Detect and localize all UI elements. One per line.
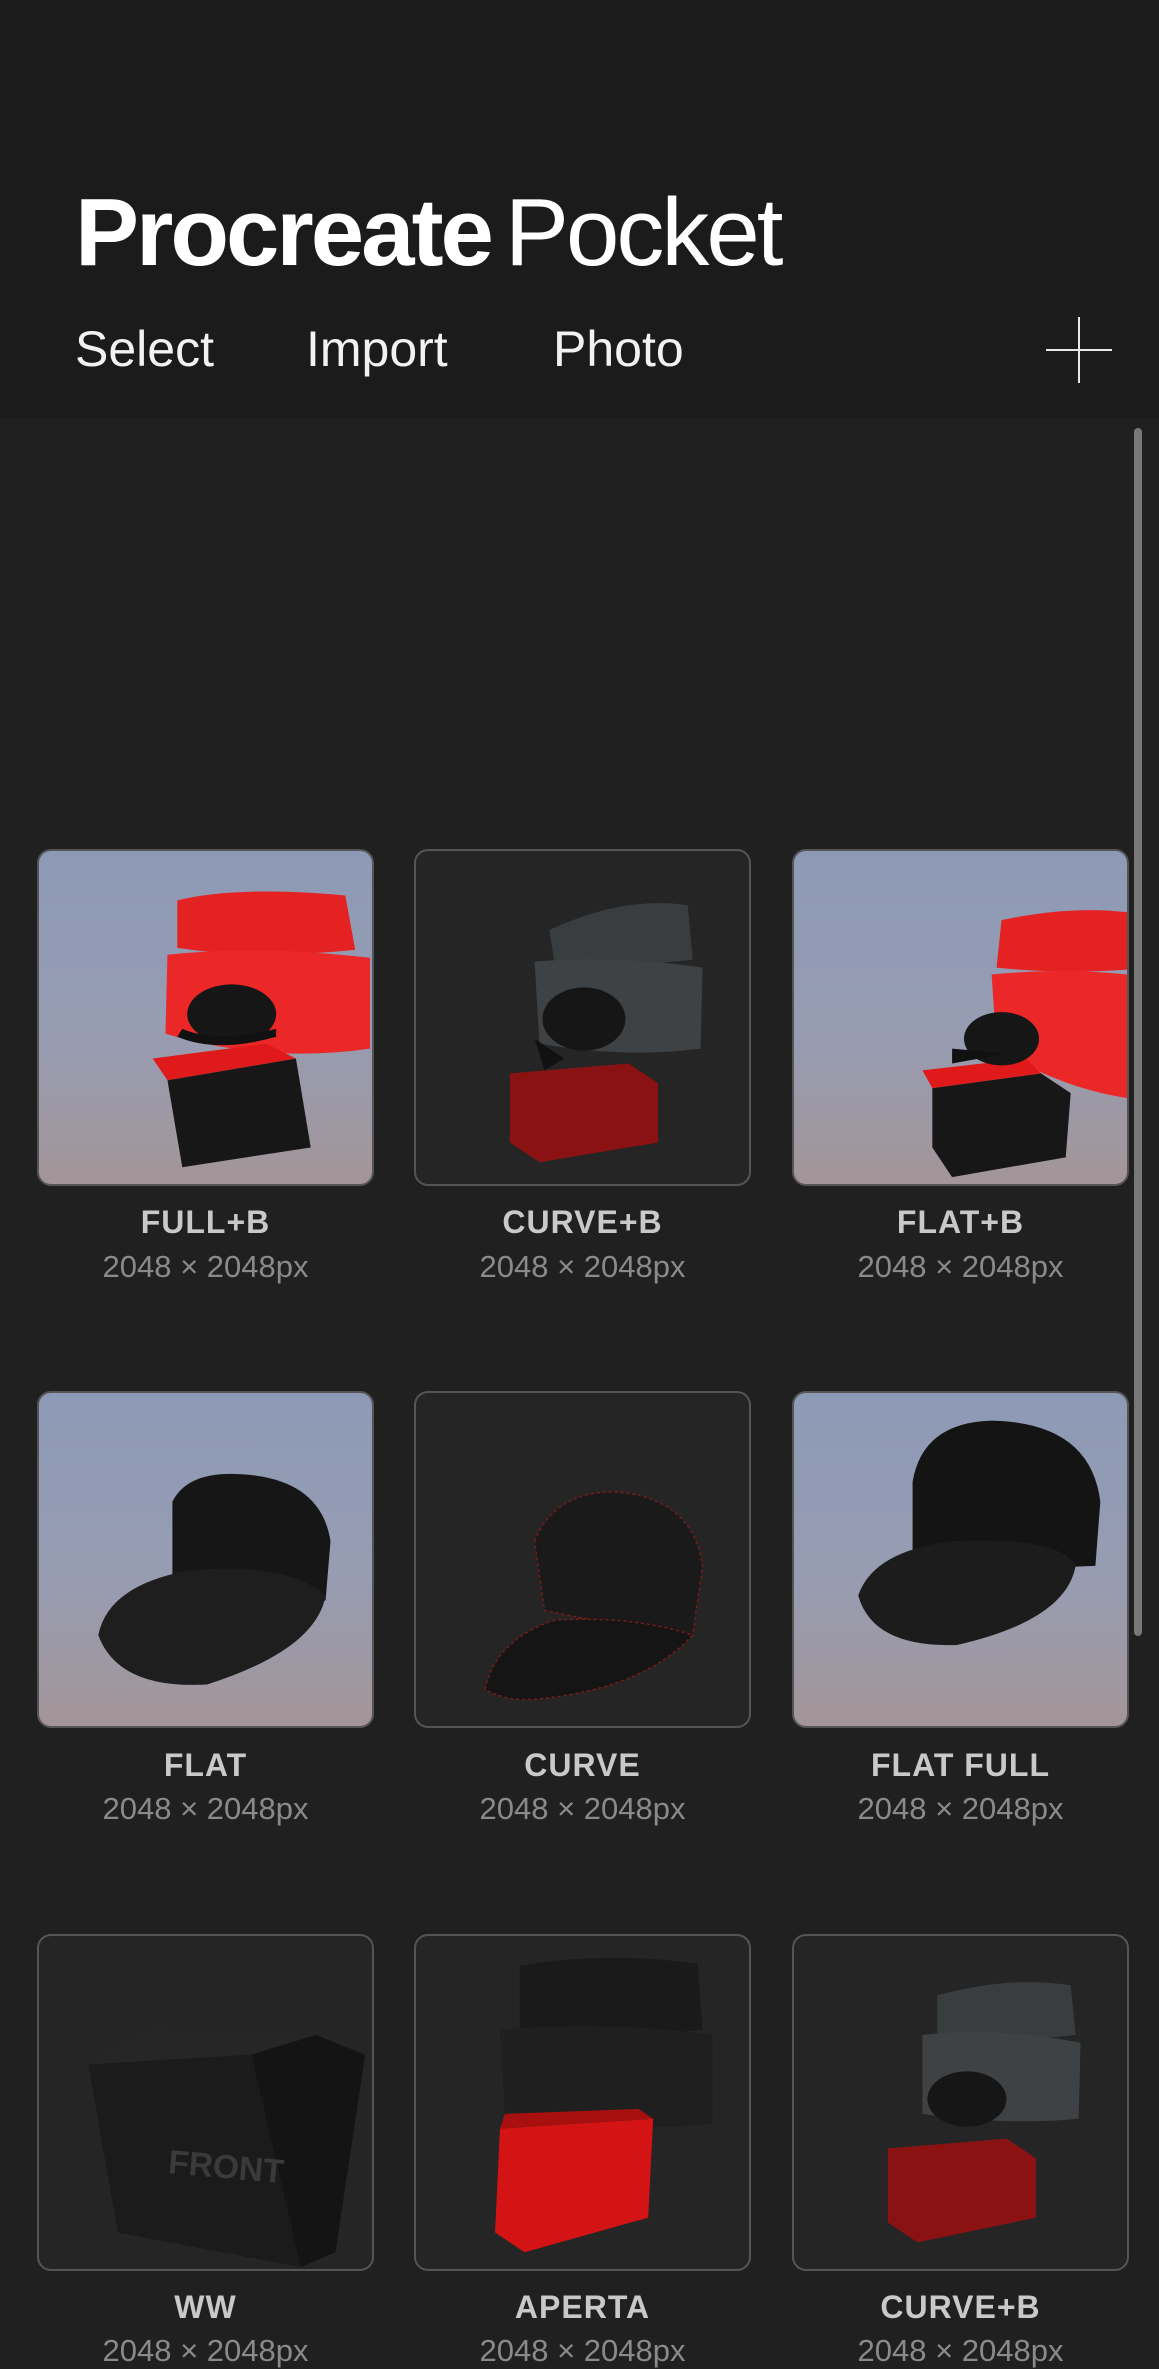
- artwork-size: 2048 × 2048px: [479, 1249, 686, 1284]
- artwork-name: WW: [174, 2289, 237, 2325]
- artwork-name: FLAT+B: [896, 1204, 1025, 1240]
- artwork-name: CURVE+B: [502, 1204, 663, 1240]
- cap-box-dark-image: [509, 903, 703, 1163]
- artwork-size: 2048 × 2048px: [102, 1249, 309, 1284]
- artwork-thumbnail[interactable]: FRONT: [37, 1934, 374, 2271]
- black-box-image: FRONT: [88, 2029, 366, 2268]
- import-button[interactable]: Import: [306, 320, 448, 378]
- scrollbar[interactable]: [1134, 428, 1142, 1636]
- artwork-thumbnail[interactable]: [37, 1391, 374, 1728]
- artwork-size: 2048 × 2048px: [102, 1791, 309, 1826]
- top-bar: Procreate Pocket Select Import Photo: [0, 0, 1159, 418]
- artwork-size: 2048 × 2048px: [102, 2333, 309, 2368]
- select-button[interactable]: Select: [75, 320, 214, 378]
- artwork-name: APERTA: [514, 2289, 651, 2325]
- artwork-size: 2048 × 2048px: [857, 1249, 1064, 1284]
- plus-icon[interactable]: [1046, 317, 1112, 383]
- artwork-size: 2048 × 2048px: [857, 1791, 1064, 1826]
- photo-button[interactable]: Photo: [553, 320, 684, 378]
- open-red-box-image: [495, 1957, 713, 2253]
- cap-box-red-image: [152, 891, 371, 1168]
- app-title: Procreate Pocket: [75, 178, 783, 288]
- artwork-thumbnail[interactable]: [792, 1391, 1129, 1728]
- artwork-thumbnail[interactable]: [414, 1391, 751, 1728]
- flat-cap-image: [98, 1473, 331, 1685]
- cap-box-red-image: [922, 910, 1127, 1178]
- artwork-size: 2048 × 2048px: [479, 2333, 686, 2368]
- artwork-name: FULL+B: [140, 1204, 271, 1240]
- cap-box-dark-image: [887, 1982, 1081, 2243]
- artwork-size: 2048 × 2048px: [857, 2333, 1064, 2368]
- app-title-bold: Procreate: [75, 179, 494, 286]
- artwork-size: 2048 × 2048px: [479, 1791, 686, 1826]
- artwork-name: CURVE+B: [880, 2289, 1041, 2325]
- artwork-thumbnail[interactable]: [792, 1934, 1129, 2271]
- artwork-thumbnail[interactable]: [414, 849, 751, 1186]
- artwork-name: FLAT FULL: [870, 1747, 1050, 1783]
- artwork-thumbnail[interactable]: [37, 849, 374, 1186]
- app-title-light: Pocket: [504, 179, 783, 286]
- artwork-name: FLAT: [163, 1747, 248, 1783]
- curve-cap-image: [484, 1491, 704, 1701]
- artwork-name: CURVE: [524, 1747, 641, 1783]
- artwork-thumbnail[interactable]: [792, 849, 1129, 1186]
- flat-full-cap-image: [858, 1420, 1101, 1646]
- artwork-thumbnail[interactable]: [414, 1934, 751, 2271]
